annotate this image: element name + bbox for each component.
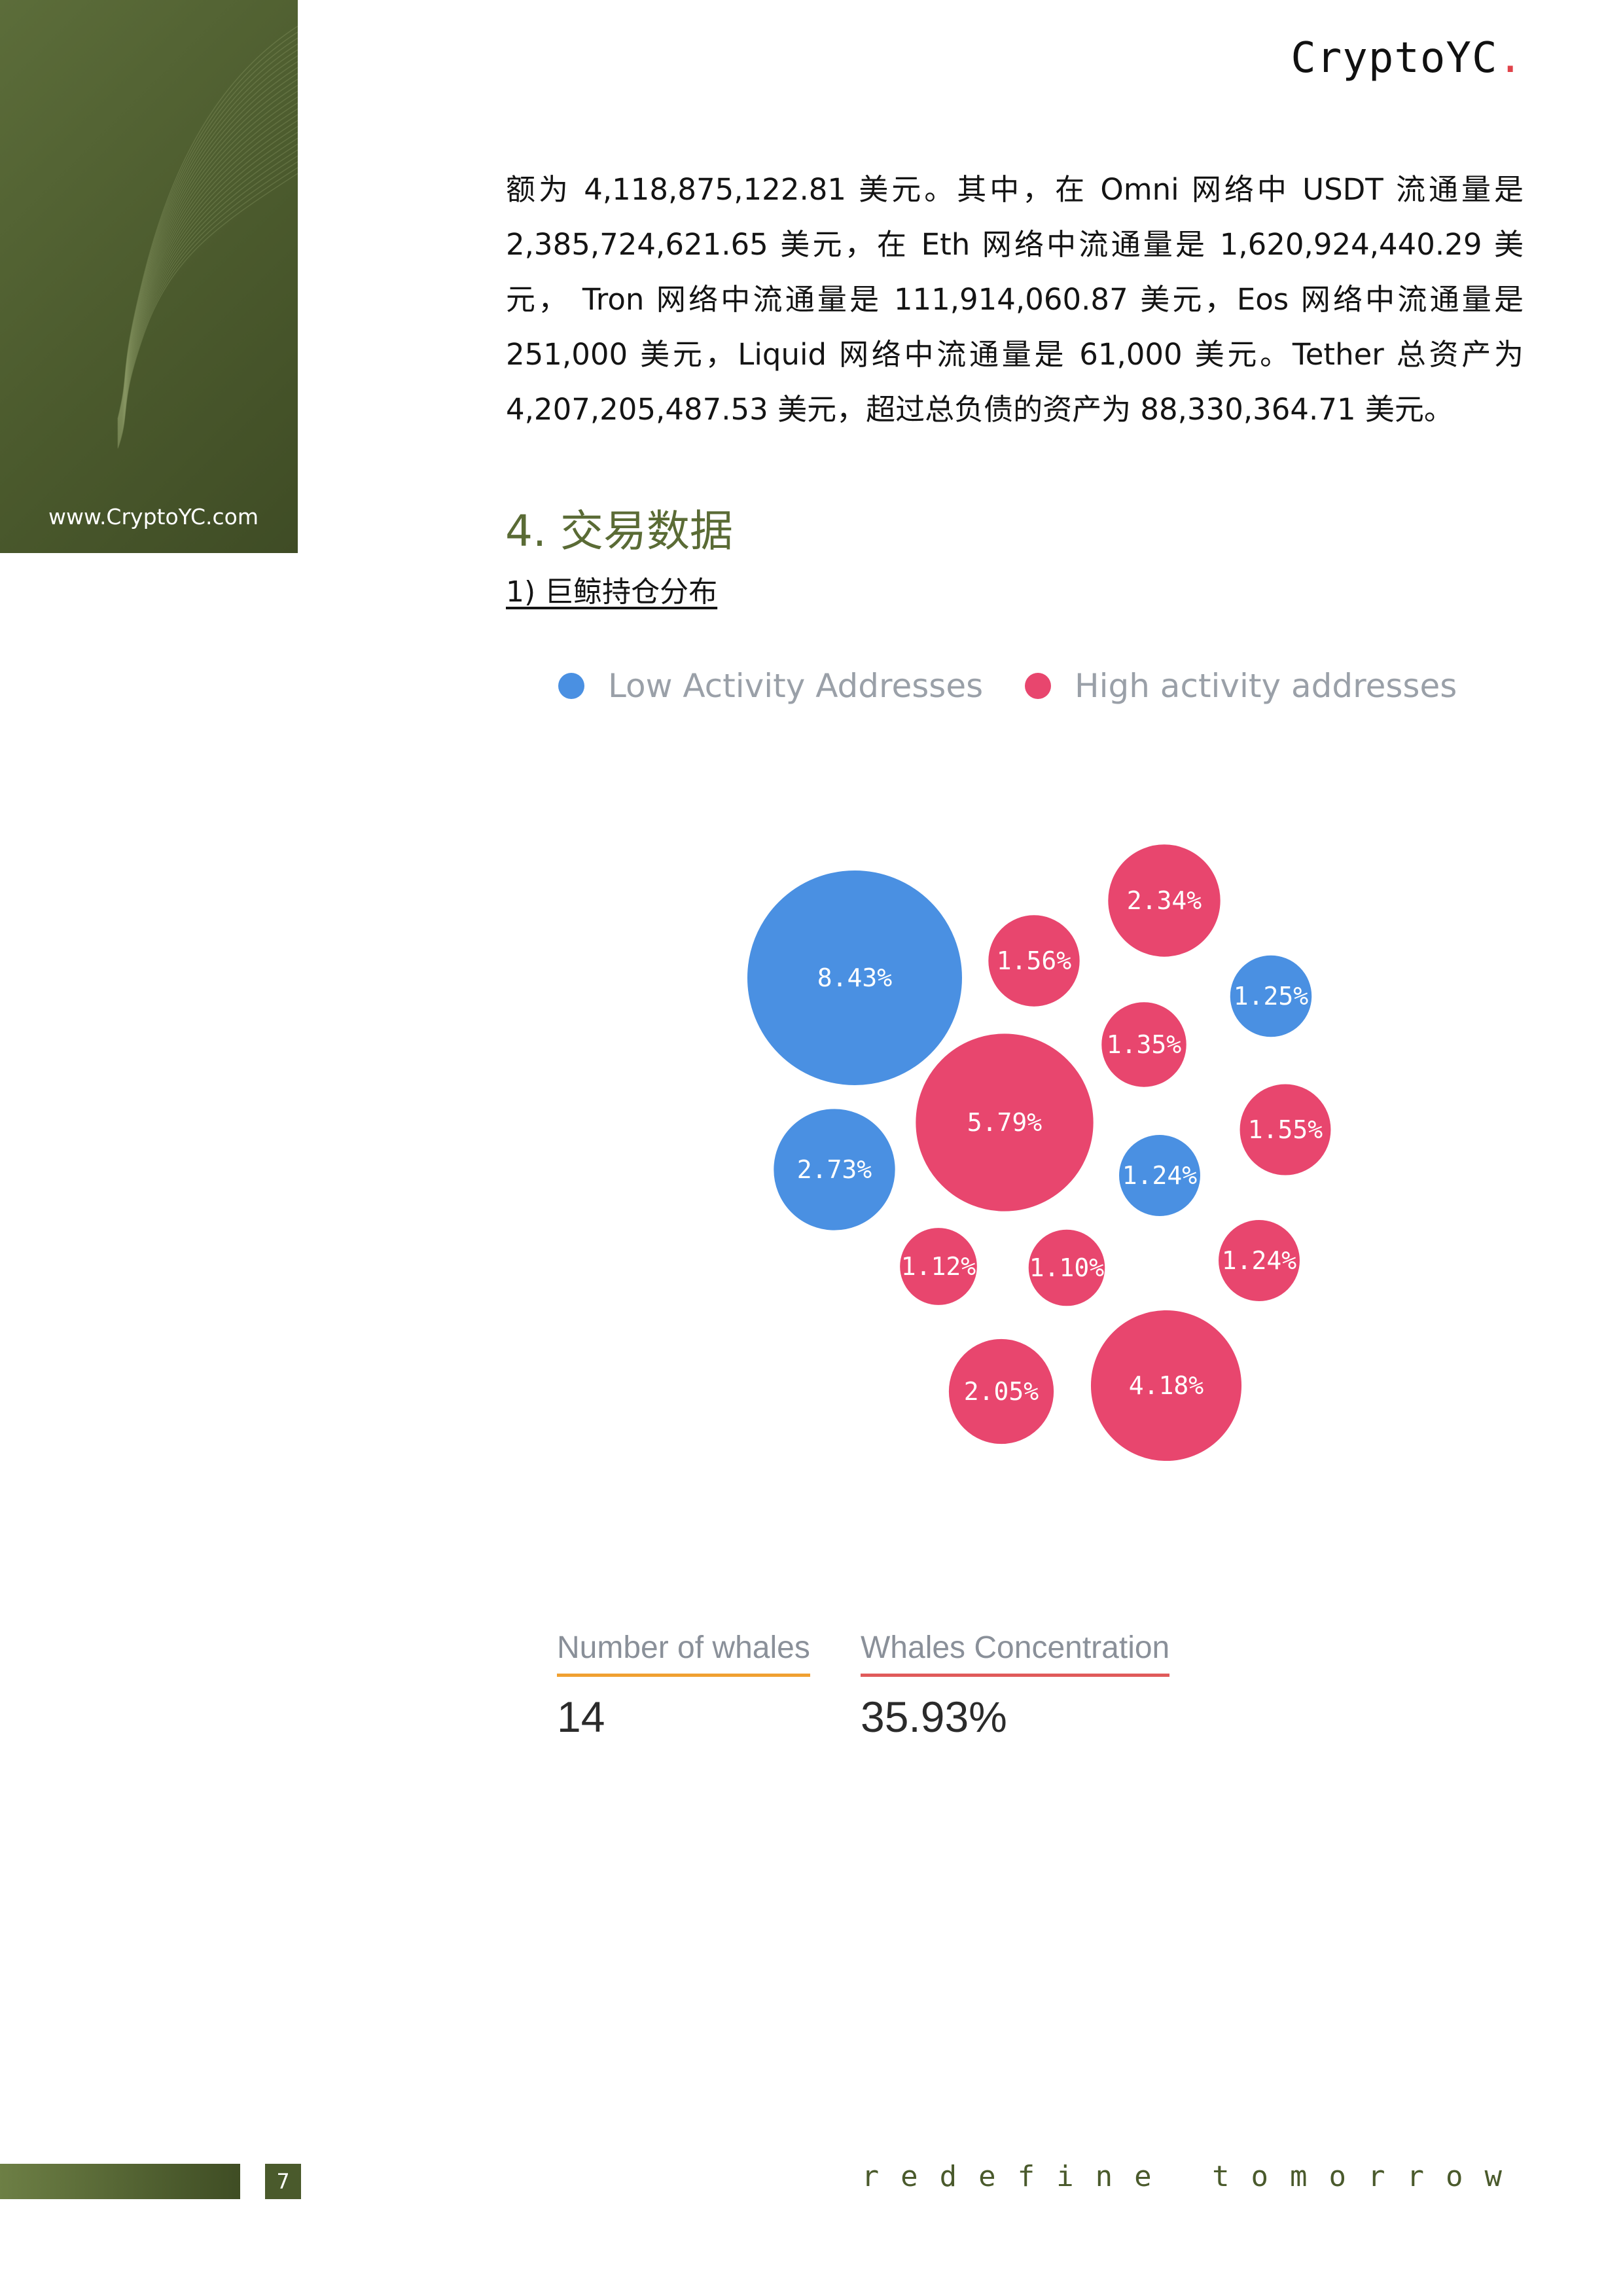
page-number: 7 [265,2164,301,2199]
bubble-label: 1.25% [1234,982,1309,1011]
bubble-label: 5.79% [967,1108,1043,1137]
footer-tagline: redefine tomorrow [861,2160,1524,2193]
bubble-label: 1.24% [1222,1246,1297,1275]
stat-label-number-of-whales: Number of whales [557,1630,810,1677]
bubble-label: 1.56% [997,946,1072,975]
bubble-label: 8.43% [817,963,893,992]
bubble-label: 4.18% [1129,1371,1204,1400]
bubble-chart: 8.43% 1.56% 2.34% 1.25% 1.35% 5.79% 1.55% 2.73%… [745,842,1333,1463]
bubble-label: 2.34% [1127,886,1202,915]
stat-value-number-of-whales: 14 [557,1693,605,1741]
bubble-label: 1.55% [1248,1115,1323,1144]
bubble-label: 1.10% [1029,1253,1105,1282]
bubble-label: 2.05% [964,1377,1039,1406]
stat-value-whales-concentration: 35.93% [861,1693,1007,1741]
footer-bar [0,2164,240,2199]
bubble-label: 2.73% [797,1155,872,1184]
stat-label-whales-concentration: Whales Concentration [861,1630,1170,1677]
bubble-label: 1.35% [1107,1030,1182,1059]
bubble-label: 1.12% [901,1252,976,1281]
bubble-label: 1.24% [1122,1161,1198,1190]
